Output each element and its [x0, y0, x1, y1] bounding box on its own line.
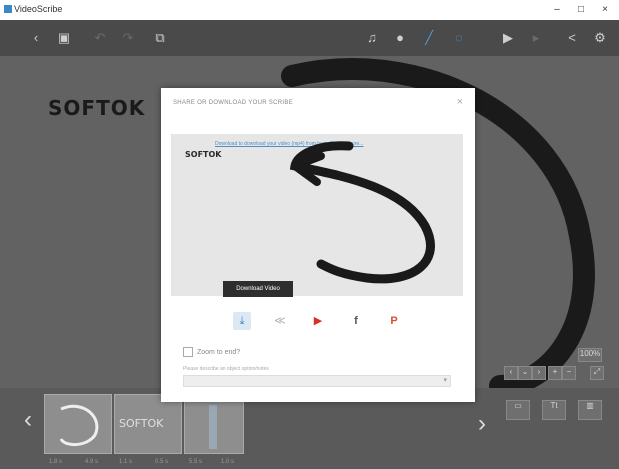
dialog-title: SHARE OR DOWNLOAD YOUR SCRIBE	[173, 100, 293, 106]
canvas-logo-text[interactable]: SOFTOK	[48, 96, 145, 120]
thumb-bar-image	[209, 405, 217, 449]
back-icon[interactable]: ‹	[28, 30, 44, 46]
download-icon[interactable]: ⤓	[233, 312, 251, 330]
mic-icon[interactable]: ●	[392, 30, 408, 46]
maximize-button[interactable]: □	[570, 2, 592, 18]
image-icon[interactable]: ▭	[506, 400, 530, 420]
text-icon[interactable]: Tt	[542, 400, 566, 420]
download-tooltip: Download Video	[223, 281, 293, 297]
video-preview: Download to download your video (mp4) fr…	[171, 134, 463, 296]
zoom-to-end-checkbox[interactable]	[183, 347, 193, 357]
app-icon	[4, 5, 12, 13]
window-titlebar: VideoScribe – □ ×	[0, 0, 619, 21]
main-toolbar: ‹ ▣ ↶ ↷ ⧉ ♫ ● ╱ ◌ ▶ ▸ < ⚙	[0, 20, 619, 56]
thumb-duration: 5.5 s	[189, 459, 203, 465]
thumb-duration: 4.9 s	[85, 459, 99, 465]
music-icon[interactable]: ♫	[364, 30, 380, 46]
thumb-logo-text: SOFTOK	[119, 417, 164, 430]
youtube-icon[interactable]: ▶	[309, 312, 327, 330]
share-download-dialog: SHARE OR DOWNLOAD YOUR SCRIBE × Download…	[161, 88, 475, 402]
filmstrip-next-icon[interactable]: ›	[478, 412, 486, 436]
fit-screen-icon[interactable]: ⤢	[590, 366, 604, 380]
redo-icon[interactable]: ↷	[120, 30, 136, 46]
undo-icon[interactable]: ↶	[92, 30, 108, 46]
timeline-thumb-1[interactable]: 1.8 s 4.9 s	[44, 394, 112, 465]
hand-icon[interactable]: ◌	[451, 30, 467, 46]
thumb-duration: 1.8 s	[49, 459, 63, 465]
timeline-thumb-2[interactable]: SOFTOK 1.1 s 0.5 s	[114, 394, 182, 465]
nav-right-icon[interactable]: ›	[532, 366, 546, 380]
zoom-out-icon[interactable]: −	[562, 366, 576, 380]
chevron-down-icon[interactable]: ▾	[443, 376, 447, 384]
dialog-close-button[interactable]: ×	[457, 96, 463, 108]
thumb-duration: 1.1 s	[119, 459, 133, 465]
step-icon[interactable]: ▸	[528, 30, 544, 46]
thumb-arrow-drawing	[59, 404, 99, 446]
save-icon[interactable]: ▣	[56, 30, 72, 46]
gear-icon[interactable]: ⚙	[592, 30, 608, 46]
chart-icon[interactable]: ▥	[578, 400, 602, 420]
preview-arrow-drawing	[289, 141, 435, 284]
timeline-thumb-3[interactable]: 5.5 s 1.0 s	[184, 394, 244, 465]
copy-icon[interactable]: ⧉	[152, 30, 168, 46]
nav-left-icon[interactable]: ‹	[504, 366, 518, 380]
nav-down-icon[interactable]: ⌄	[518, 366, 532, 380]
embed-icon[interactable]: ≪	[271, 312, 289, 330]
thumb-duration: 0.5 s	[155, 459, 169, 465]
zoom-to-end-option[interactable]: Zoom to end?	[183, 347, 240, 357]
description-label: Please describe an object option/notes	[183, 366, 269, 372]
thumb-duration: 1.0 s	[221, 459, 235, 465]
minimize-button[interactable]: –	[546, 2, 568, 18]
window-title: VideoScribe	[14, 4, 63, 14]
share-icon[interactable]: <	[564, 30, 580, 46]
powerpoint-icon[interactable]: P	[385, 312, 403, 330]
play-icon[interactable]: ▶	[500, 30, 516, 46]
pen-icon[interactable]: ╱	[421, 30, 437, 46]
close-window-button[interactable]: ×	[594, 2, 616, 18]
description-field[interactable]: ▾	[183, 375, 451, 387]
filmstrip-prev-icon[interactable]: ‹	[24, 408, 32, 432]
zoom-badge: 100%	[578, 348, 602, 362]
zoom-to-end-label: Zoom to end?	[197, 348, 241, 356]
zoom-in-icon[interactable]: +	[548, 366, 562, 380]
facebook-icon[interactable]: f	[347, 312, 365, 330]
